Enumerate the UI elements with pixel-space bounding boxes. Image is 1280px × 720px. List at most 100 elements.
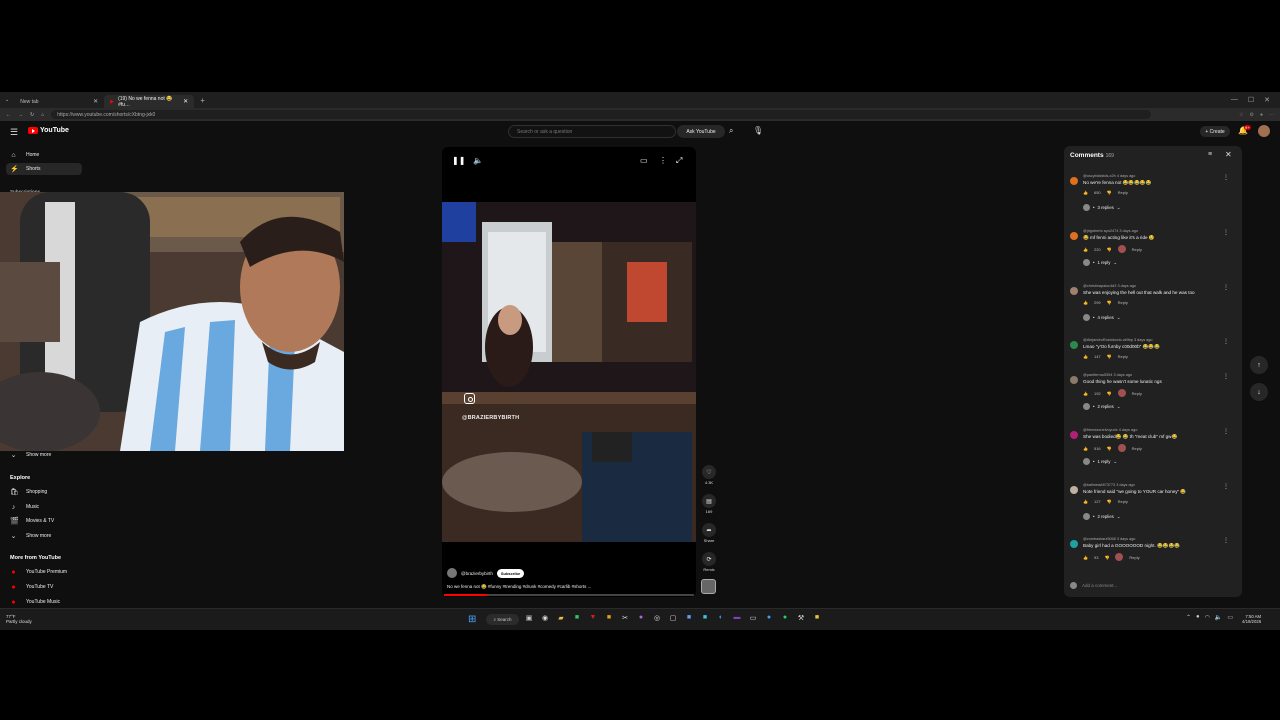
app-blue2-icon[interactable]: ● bbox=[764, 614, 774, 622]
thumbs-down-icon[interactable]: 👎 bbox=[1107, 300, 1112, 305]
home-browser-icon[interactable]: ⌂ bbox=[41, 112, 44, 118]
reload-icon[interactable]: ↻ bbox=[30, 112, 34, 118]
comment-more-icon[interactable]: ⋮ bbox=[1223, 537, 1229, 544]
tab-actions-icon[interactable]: ⌄ bbox=[0, 97, 14, 103]
thumbs-down-icon[interactable]: 👎 bbox=[1107, 190, 1112, 195]
view-replies-button[interactable]: • 3 replies ⌄ bbox=[1083, 204, 1120, 211]
windows-start-icon[interactable]: ⊞ bbox=[468, 614, 476, 625]
view-replies-button[interactable]: • 2 replies ⌄ bbox=[1083, 513, 1120, 520]
reply-button[interactable]: Reply bbox=[1118, 354, 1128, 359]
volume-icon[interactable]: 🔈 bbox=[473, 156, 483, 165]
comment-author[interactable]: @christinapaioc4d3 bbox=[1083, 284, 1116, 288]
remix-action[interactable]: ⟳ Remix bbox=[701, 552, 717, 572]
spotify-icon[interactable]: ● bbox=[780, 614, 790, 622]
mic-icon[interactable]: 🎙 bbox=[753, 126, 763, 135]
comment-author[interactable]: @oscyblckstds-x2h bbox=[1083, 174, 1116, 178]
fullscreen-icon[interactable]: ⤢ bbox=[676, 156, 682, 166]
commenter-avatar[interactable] bbox=[1070, 341, 1078, 349]
commenter-avatar[interactable] bbox=[1070, 431, 1078, 439]
browser-tab-shorts[interactable]: ▶ (19) No we fenna not 😂 #fu… ✕ bbox=[104, 95, 195, 108]
remix-icon[interactable]: ⟳ bbox=[702, 552, 716, 566]
reply-button[interactable]: Reply bbox=[1118, 190, 1128, 195]
sidebar-item-home[interactable]: ⌂ Home bbox=[6, 149, 82, 161]
thumbs-up-icon[interactable]: 👍 bbox=[1083, 555, 1088, 560]
commenter-avatar[interactable] bbox=[1070, 486, 1078, 494]
reply-button[interactable]: Reply bbox=[1118, 499, 1128, 504]
pause-icon[interactable]: ❚❚ bbox=[452, 156, 465, 165]
app-tool-icon[interactable]: ✂ bbox=[620, 614, 630, 622]
forward-icon[interactable]: → bbox=[18, 112, 23, 118]
sidebar-item-movies[interactable]: 🎬 Movies & TV bbox=[6, 515, 82, 527]
subscribe-button[interactable]: Subscribe bbox=[496, 568, 525, 578]
comment-more-icon[interactable]: ⋮ bbox=[1223, 338, 1229, 345]
thumbs-down-icon[interactable]: 👎 bbox=[1107, 446, 1112, 451]
commenter-avatar[interactable] bbox=[1070, 540, 1078, 548]
more-options-icon[interactable]: ⋮ bbox=[659, 156, 667, 165]
comment-more-icon[interactable]: ⋮ bbox=[1223, 174, 1229, 181]
app-yellow-icon[interactable]: ■ bbox=[604, 614, 614, 622]
comment-author[interactable]: @ballmeart873773 bbox=[1083, 483, 1115, 487]
app-purple-icon[interactable]: ● bbox=[636, 614, 646, 622]
share-icon[interactable]: ➦ bbox=[702, 523, 716, 537]
tray-chevron-icon[interactable]: ⌃ bbox=[1186, 614, 1191, 621]
thumbs-up-icon[interactable]: 👍 bbox=[1083, 190, 1088, 195]
favorite-star-icon[interactable]: ☆ bbox=[1239, 112, 1243, 118]
edge-icon[interactable]: ◐ bbox=[716, 614, 726, 622]
like-action[interactable]: ♡ 4.3K bbox=[701, 465, 717, 485]
video-frame[interactable] bbox=[442, 202, 696, 542]
ask-youtube-button[interactable]: Ask YouTube bbox=[677, 125, 725, 138]
taskbar-clock[interactable]: 7:50 AM 4/19/2026 bbox=[1242, 614, 1261, 624]
file-explorer-icon[interactable]: ▰ bbox=[556, 614, 566, 622]
reply-button[interactable]: Reply bbox=[1118, 300, 1128, 305]
app-green-icon[interactable]: ■ bbox=[572, 614, 582, 622]
thumbs-up-icon[interactable]: 👍 bbox=[1083, 300, 1088, 305]
channel-name[interactable]: @brazierbybirth bbox=[461, 571, 493, 576]
widgets-icon[interactable]: ◉ bbox=[540, 614, 550, 622]
comment-action[interactable]: ▤ 169 bbox=[701, 494, 717, 514]
comment-more-icon[interactable]: ⋮ bbox=[1223, 483, 1229, 490]
profile-icon[interactable]: ● bbox=[1260, 112, 1263, 118]
share-action[interactable]: ➦ Share bbox=[701, 523, 717, 543]
sort-icon[interactable]: ≡ bbox=[1208, 151, 1212, 158]
commenter-avatar[interactable] bbox=[1070, 287, 1078, 295]
comment-author[interactable]: @friendzoneIvoyurix bbox=[1083, 428, 1118, 432]
browser-menu-icon[interactable]: ⋯ bbox=[1269, 112, 1274, 118]
sidebar-item-shorts[interactable]: ⚡ Shorts bbox=[6, 163, 82, 175]
tray-app-icon[interactable]: ● bbox=[1196, 614, 1200, 621]
create-button[interactable]: + Create bbox=[1200, 126, 1230, 137]
thumbs-up-icon[interactable]: 👍 bbox=[1083, 499, 1088, 504]
sound-thumbnail[interactable] bbox=[701, 579, 716, 594]
close-tab-icon[interactable]: ✕ bbox=[93, 98, 98, 105]
wifi-icon[interactable]: ◠ bbox=[1205, 614, 1210, 621]
thumbs-down-icon[interactable]: 👎 bbox=[1107, 354, 1112, 359]
sidebar-item-premium[interactable]: ● YouTube Premium bbox=[6, 566, 82, 578]
comment-author[interactable]: @pantferros5394 bbox=[1083, 373, 1112, 377]
thumbs-down-icon[interactable]: 👎 bbox=[1107, 247, 1112, 252]
progress-bar[interactable] bbox=[444, 594, 694, 596]
maximize-icon[interactable]: ☐ bbox=[1248, 96, 1254, 104]
view-replies-button[interactable]: • 4 replies ⌄ bbox=[1083, 314, 1120, 321]
app-teal-icon[interactable]: ■ bbox=[700, 614, 710, 622]
reply-button[interactable]: Reply bbox=[1132, 247, 1142, 252]
minimize-icon[interactable]: — bbox=[1231, 96, 1238, 104]
back-icon[interactable]: ← bbox=[6, 112, 11, 118]
thumbs-up-icon[interactable]: 👍 bbox=[1083, 354, 1088, 359]
search-input[interactable]: Search or ask a question bbox=[508, 125, 676, 138]
close-icon[interactable]: ✕ bbox=[1225, 150, 1232, 159]
volume-tray-icon[interactable]: 🔈 bbox=[1215, 614, 1222, 621]
taskbar-search[interactable]: ⌕ Search bbox=[486, 614, 519, 625]
comment-more-icon[interactable]: ⋮ bbox=[1223, 428, 1229, 435]
app-window-icon[interactable]: ▢ bbox=[668, 614, 678, 622]
app-blue-icon[interactable]: ■ bbox=[684, 614, 694, 622]
task-view-icon[interactable]: ▣ bbox=[524, 614, 534, 622]
app-violet-icon[interactable]: ▬ bbox=[732, 614, 742, 622]
comment-more-icon[interactable]: ⋮ bbox=[1223, 229, 1229, 236]
view-replies-button[interactable]: • 1 reply ⌄ bbox=[1083, 259, 1117, 266]
comment-author[interactable]: @AlejandroRostokovic-vk9bp bbox=[1083, 338, 1133, 342]
previous-short-button[interactable]: ↑ bbox=[1250, 356, 1268, 374]
menu-icon[interactable]: ☰ bbox=[10, 127, 18, 138]
comment-author[interactable]: @jrigoberto ayo2474 bbox=[1083, 229, 1118, 233]
new-tab-icon[interactable]: + bbox=[200, 96, 205, 105]
thumbs-down-icon[interactable]: 👎 bbox=[1107, 391, 1112, 396]
commenter-avatar[interactable] bbox=[1070, 177, 1078, 185]
